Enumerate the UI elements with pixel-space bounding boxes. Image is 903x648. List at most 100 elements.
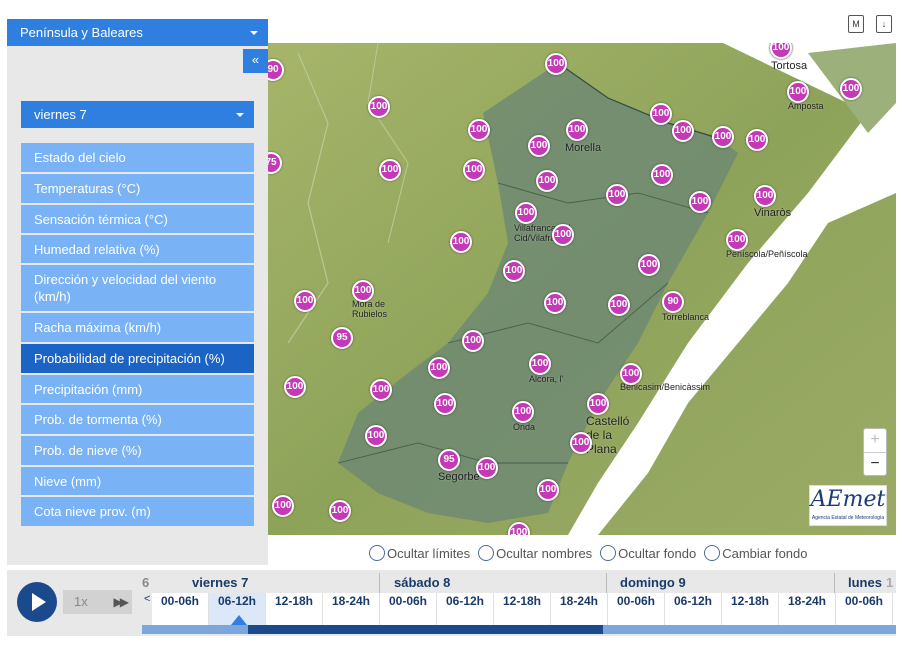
probability-marker[interactable]: 100 (726, 229, 748, 251)
day-divider (606, 573, 607, 595)
probability-marker[interactable]: 100 (370, 379, 392, 401)
timeline-hour[interactable]: 18-24h (779, 593, 836, 625)
menu-item-probabilidad-precipitacion[interactable]: Probabilidad de precipitación (%) (21, 344, 254, 375)
timeline-hour[interactable]: 06-12h (665, 593, 722, 625)
collapse-panel-button[interactable]: « (243, 49, 268, 73)
probability-marker[interactable]: 100 (606, 184, 628, 206)
probability-marker[interactable]: 100 (620, 363, 642, 385)
timeline-hour[interactable]: 00-06h (608, 593, 665, 625)
fast-forward-icon[interactable]: ▶▶ (114, 590, 130, 614)
probability-marker[interactable]: 100 (638, 254, 660, 276)
checkbox-icon[interactable] (369, 545, 385, 561)
probability-marker[interactable]: 100 (272, 495, 294, 517)
probability-marker[interactable]: 100 (365, 425, 387, 447)
probability-marker[interactable]: 100 (840, 78, 862, 100)
menu-item-sensacion-termica[interactable]: Sensación térmica (°C) (21, 205, 254, 235)
toggle-ocultar-fondo[interactable]: Ocultar fondo (600, 545, 696, 561)
probability-marker[interactable]: 100 (379, 159, 401, 181)
menu-item-prob-nieve[interactable]: Prob. de nieve (%) (21, 436, 254, 467)
probability-marker[interactable]: 100 (428, 357, 450, 379)
weather-map[interactable]: Tortosa Amposta Morella Vinaròs Villafra… (268, 43, 896, 535)
probability-marker[interactable]: 100 (329, 500, 351, 522)
probability-marker[interactable]: 90 (662, 291, 684, 313)
checkbox-icon[interactable] (478, 545, 495, 561)
probability-marker[interactable]: 100 (570, 432, 592, 454)
probability-marker[interactable]: 100 (512, 401, 534, 423)
menu-item-temperaturas[interactable]: Temperaturas (°C) (21, 174, 254, 205)
probability-marker[interactable]: 100 (368, 96, 390, 118)
checkbox-icon[interactable] (704, 545, 721, 561)
zoom-in-button[interactable]: + (864, 429, 886, 452)
timeline-hour[interactable]: 00-06h (380, 593, 437, 625)
probability-marker[interactable]: 100 (434, 393, 456, 415)
probability-marker[interactable]: 100 (450, 231, 472, 253)
menu-item-humedad[interactable]: Humedad relativa (%) (21, 235, 254, 265)
menu-item-prob-tormenta[interactable]: Prob. de tormenta (%) (21, 405, 254, 436)
menu-item-racha-maxima[interactable]: Racha máxima (km/h) (21, 313, 254, 344)
play-button[interactable] (17, 582, 57, 622)
probability-marker[interactable]: 100 (284, 376, 306, 398)
variable-menu: Estado del cielo Temperaturas (°C) Sensa… (21, 143, 254, 528)
menu-item-viento[interactable]: Dirección y velocidad del viento (km/h) (21, 265, 254, 313)
menu-item-precipitacion[interactable]: Precipitación (mm) (21, 375, 254, 405)
probability-marker[interactable]: 100 (587, 393, 609, 415)
toggle-ocultar-limites[interactable]: Ocultar límites (369, 545, 470, 561)
m-icon[interactable]: M (848, 15, 864, 33)
probability-marker[interactable]: 100 (545, 53, 567, 75)
probability-marker[interactable]: 100 (552, 224, 574, 246)
menu-item-estado-cielo[interactable]: Estado del cielo (21, 143, 254, 174)
timeline-track-range[interactable] (248, 625, 603, 634)
timeline-day[interactable]: sábado 8 (394, 575, 450, 590)
probability-marker[interactable]: 100 (689, 191, 711, 213)
probability-marker[interactable]: 100 (787, 81, 809, 103)
probability-marker[interactable]: 100 (536, 170, 558, 192)
probability-marker[interactable]: 100 (712, 126, 734, 148)
probability-marker[interactable]: 95 (331, 327, 353, 349)
checkbox-icon[interactable] (600, 545, 617, 561)
probability-marker[interactable]: 100 (566, 119, 588, 141)
timeline-hour[interactable]: 12-18h (266, 593, 323, 625)
timeline-hour[interactable]: 00-06h (152, 593, 209, 625)
probability-marker[interactable]: 100 (608, 294, 630, 316)
aemet-logo: AEmet Agencia Estatal de Meteorología (809, 485, 887, 526)
probability-marker[interactable]: 100 (463, 159, 485, 181)
probability-marker[interactable]: 100 (672, 120, 694, 142)
probability-marker[interactable]: 100 (544, 292, 566, 314)
timeline-hour[interactable]: 18-24h (551, 593, 608, 625)
probability-marker[interactable]: 100 (650, 103, 672, 125)
toggle-cambiar-fondo[interactable]: Cambiar fondo (704, 545, 808, 561)
probability-marker[interactable]: 100 (503, 260, 525, 282)
speed-control[interactable]: 1x ▶▶ (63, 590, 132, 614)
region-select[interactable]: Península y Baleares (7, 19, 268, 46)
timeline-day[interactable]: domingo 9 (620, 575, 686, 590)
timeline-hour[interactable]: 18-24h (323, 593, 380, 625)
probability-marker[interactable]: 100 (528, 135, 550, 157)
probability-marker[interactable]: 100 (294, 290, 316, 312)
zoom-out-button[interactable]: − (864, 452, 886, 475)
probability-marker[interactable]: 100 (651, 164, 673, 186)
timeline-day[interactable]: viernes 7 (192, 575, 248, 590)
timeline-day[interactable]: lunes (848, 575, 882, 590)
timeline-hour[interactable]: 06-12h (437, 593, 494, 625)
probability-marker[interactable]: 100 (754, 185, 776, 207)
probability-marker[interactable]: 100 (515, 202, 537, 224)
probability-marker[interactable]: 100 (746, 129, 768, 151)
timeline-hour[interactable]: 12-18h (494, 593, 551, 625)
probability-marker[interactable]: 100 (468, 119, 490, 141)
menu-item-nieve[interactable]: Nieve (mm) (21, 467, 254, 497)
probability-marker[interactable]: 100 (352, 280, 374, 302)
probability-marker[interactable]: 100 (537, 479, 559, 501)
timeline-hour[interactable]: 12-18h (722, 593, 779, 625)
toggle-label: Ocultar límites (387, 545, 471, 561)
download-icon[interactable]: ↓ (876, 15, 892, 33)
toggle-ocultar-nombres[interactable]: Ocultar nombres (478, 545, 592, 561)
probability-marker[interactable]: 100 (476, 457, 498, 479)
probability-marker[interactable]: 100 (462, 330, 484, 352)
day-select[interactable]: viernes 7 (21, 101, 254, 128)
timeline-prev-arrow[interactable]: < (144, 593, 150, 605)
timeline-pointer-icon[interactable] (231, 615, 247, 625)
timeline-hour[interactable]: 00-06h (836, 593, 893, 625)
probability-marker[interactable]: 100 (529, 353, 551, 375)
probability-marker[interactable]: 95 (438, 449, 460, 471)
menu-item-cota-nieve[interactable]: Cota nieve prov. (m) (21, 497, 254, 528)
